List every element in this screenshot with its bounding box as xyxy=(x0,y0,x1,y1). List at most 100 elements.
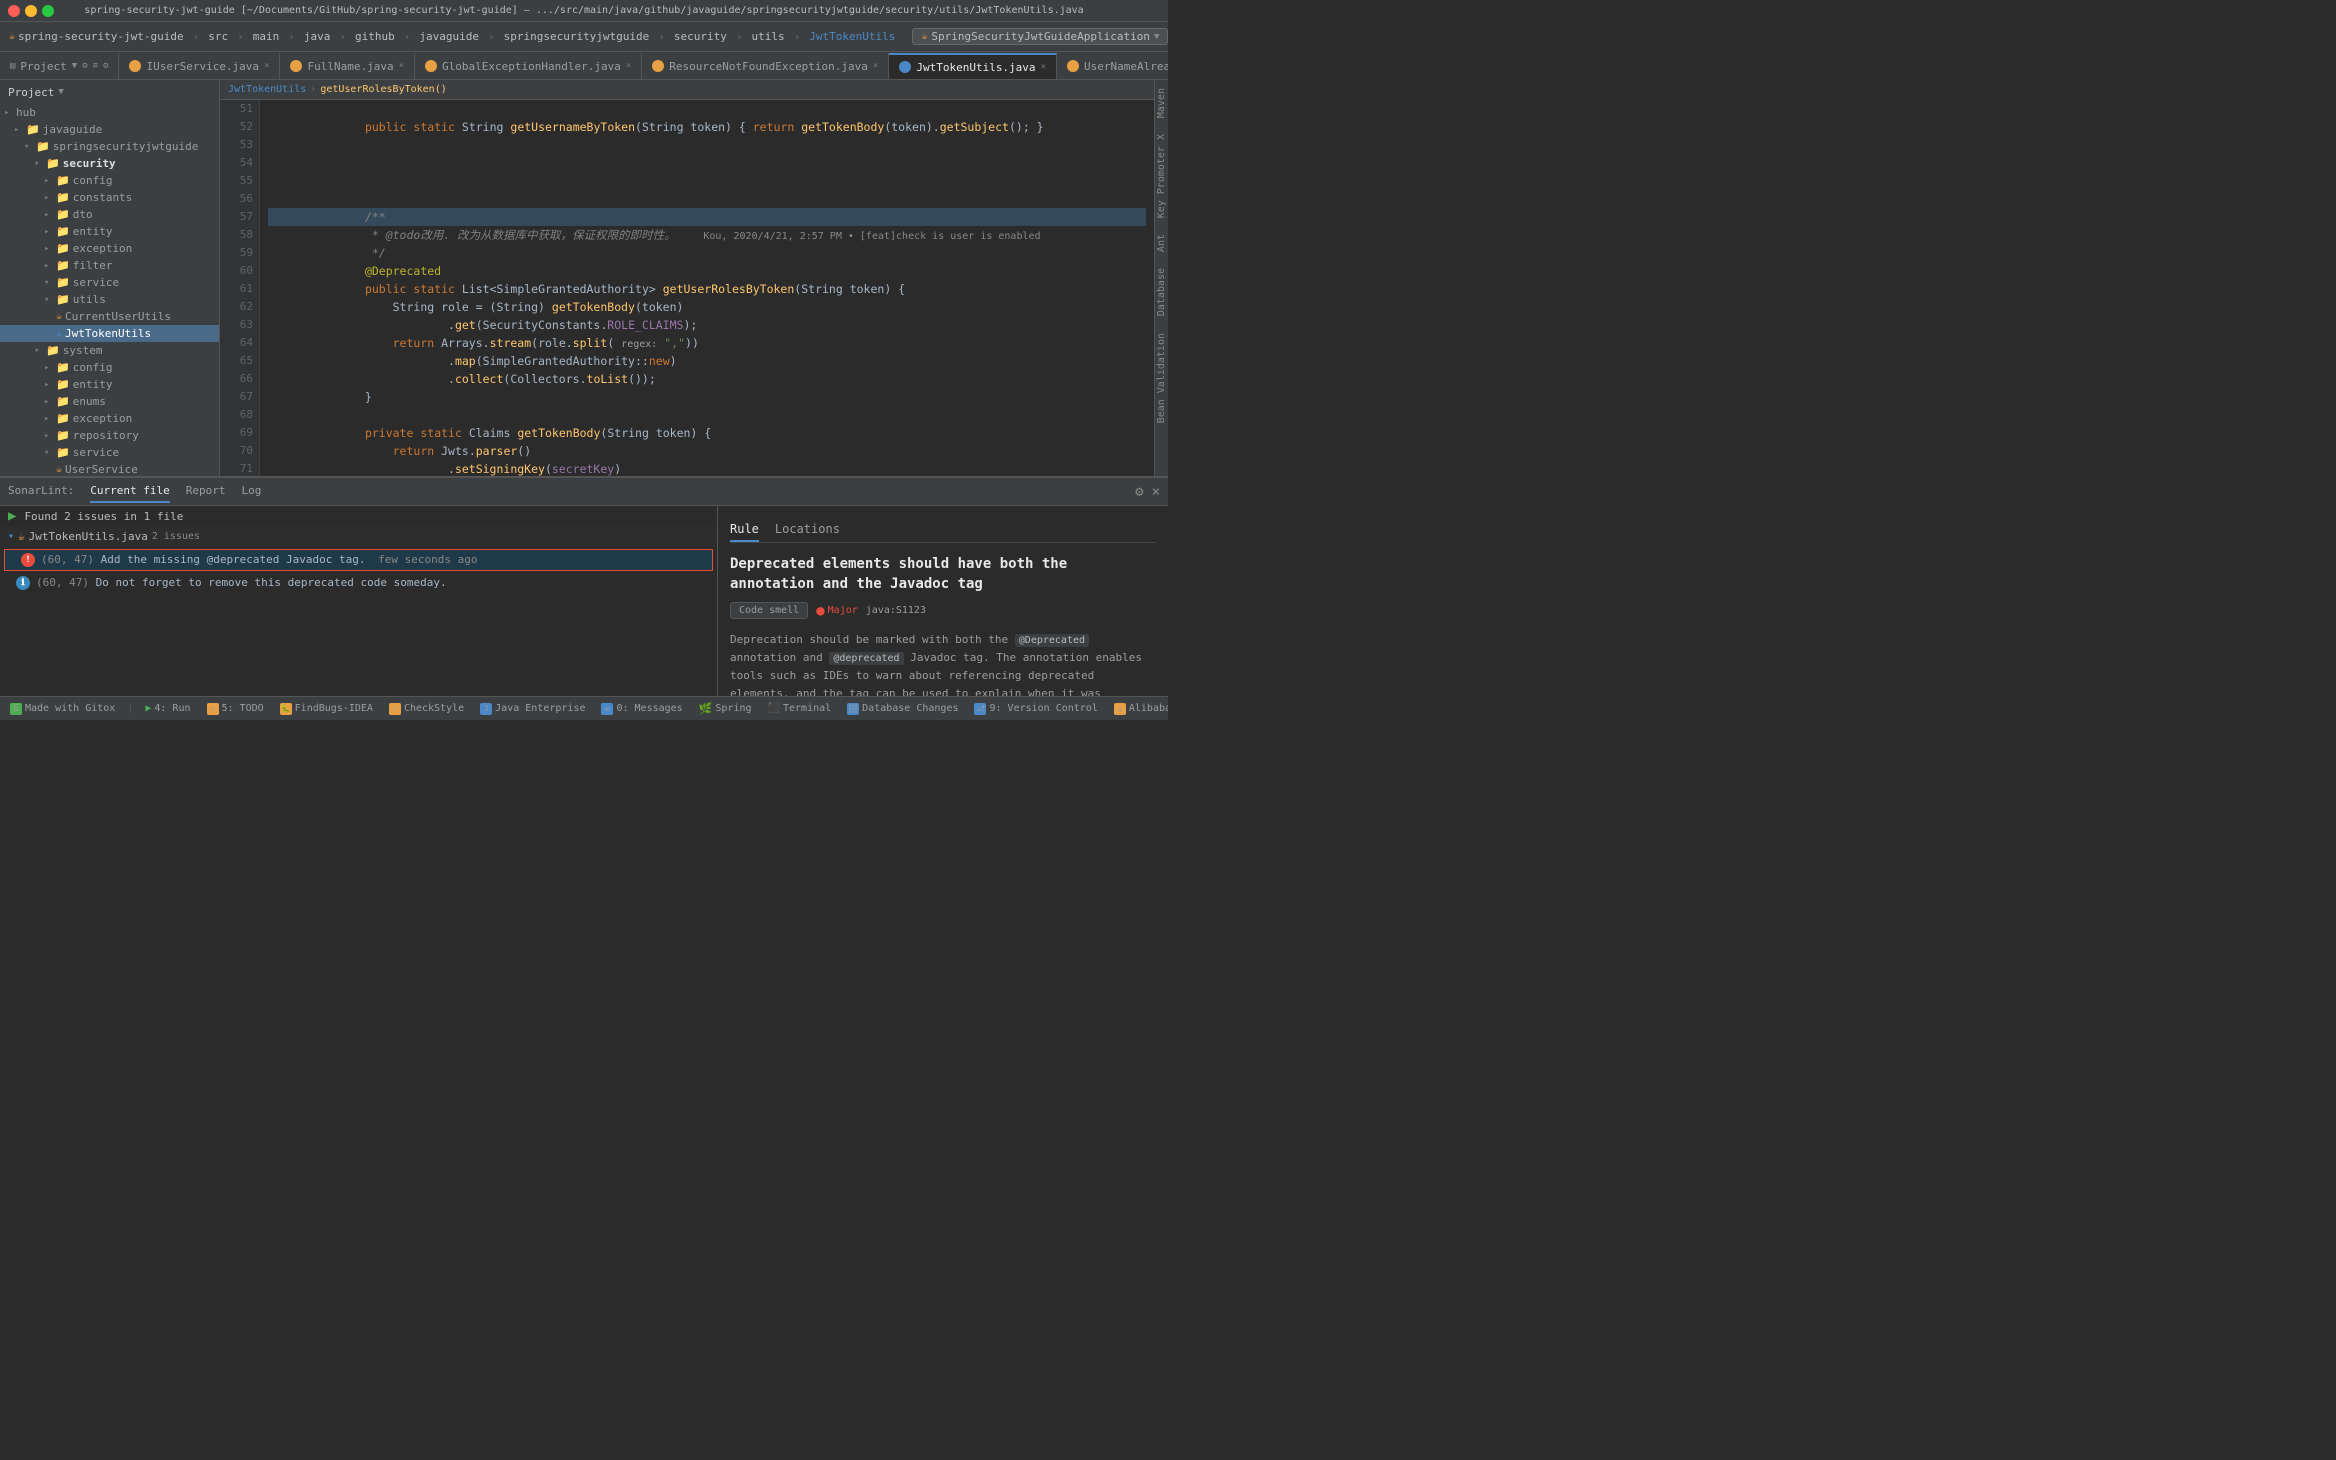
tab-report[interactable]: Report xyxy=(186,480,226,503)
tree-item-javaguide[interactable]: ▸ 📁 javaguide xyxy=(0,121,219,138)
right-tab-beanvalidation[interactable]: Bean Validation xyxy=(1154,325,1168,431)
checkstyle-label: CheckStyle xyxy=(404,703,464,714)
tree-item-jwttokenutils[interactable]: ☕ JwtTokenUtils xyxy=(0,325,219,342)
tree-item-dto[interactable]: ▸ 📁 dto xyxy=(0,206,219,223)
utils-nav[interactable]: utils xyxy=(747,28,790,45)
code-content: 51 52 53 54 55 56 57 58 59 60 61 62 63 6… xyxy=(220,100,1154,476)
right-tab-ant[interactable]: Ant xyxy=(1154,226,1168,260)
close-iuserservice-icon[interactable]: × xyxy=(264,61,269,71)
right-tab-database[interactable]: Database xyxy=(1154,260,1168,324)
tree-item-filter[interactable]: ▸ 📁 filter xyxy=(0,257,219,274)
tab-iuserservice[interactable]: IUserService.java × xyxy=(119,53,280,79)
taskbar-database[interactable]: 🗄 Database Changes xyxy=(843,701,962,717)
tree-item-hub[interactable]: ▸ hub xyxy=(0,104,219,121)
taskbar-terminal[interactable]: ⬛ Terminal xyxy=(764,701,836,716)
taskbar-run[interactable]: ▶ 4: Run xyxy=(141,701,194,716)
tree-item-sys-service[interactable]: ▾ 📁 service xyxy=(0,444,219,461)
right-tab-maven[interactable]: Maven xyxy=(1154,80,1168,126)
tab-log[interactable]: Log xyxy=(241,480,261,503)
project-icon: ☕ xyxy=(9,31,15,42)
tree-item-sys-exception[interactable]: ▸ 📁 exception xyxy=(0,410,219,427)
currentuserutils-label: CurrentUserUtils xyxy=(65,310,171,323)
tree-item-sys-entity[interactable]: ▸ 📁 entity xyxy=(0,376,219,393)
tree-item-sys-enums[interactable]: ▸ 📁 enums xyxy=(0,393,219,410)
expand-sys-entity-icon: ▸ xyxy=(44,380,56,390)
bottom-close-icon[interactable]: × xyxy=(1152,484,1160,500)
javaguide-nav[interactable]: javaguide xyxy=(414,28,484,45)
tab-jwttokenutils[interactable]: JwtTokenUtils.java × xyxy=(889,53,1057,79)
tab-project[interactable]: ▤ Project ▼ ⚙ ≡ ⚙ xyxy=(0,53,119,79)
java-rule-id: java:S1123 xyxy=(866,605,926,616)
tab-current-file[interactable]: Current file xyxy=(90,480,169,503)
project-tab-icon: ▤ xyxy=(10,61,15,71)
tree-item-currentuserutils[interactable]: ☕ CurrentUserUtils xyxy=(0,308,219,325)
src-nav[interactable]: src xyxy=(203,28,233,45)
tree-item-system[interactable]: ▾ 📁 system xyxy=(0,342,219,359)
bottom-settings-icon[interactable]: ⚙ xyxy=(1135,484,1143,500)
minimize-button[interactable] xyxy=(25,5,37,17)
tab-fullname[interactable]: FullName.java × xyxy=(280,53,415,79)
detail-tab-rule[interactable]: Rule xyxy=(730,518,759,542)
github-nav[interactable]: github xyxy=(350,28,400,45)
right-tab-keypromoter[interactable]: Key Promoter X xyxy=(1154,126,1168,226)
issue-item-2[interactable]: ℹ (60, 47) Do not forget to remove this … xyxy=(0,573,717,593)
taskbar-alibabacloud[interactable]: ☁ Alibaba Cloud View xyxy=(1110,701,1168,717)
tree-item-constants[interactable]: ▸ 📁 constants xyxy=(0,189,219,206)
jwtutils-nav[interactable]: JwtTokenUtils xyxy=(804,28,900,45)
tree-item-springsecurity[interactable]: ▾ 📁 springsecurityjwtguide xyxy=(0,138,219,155)
title-bar: spring-security-jwt-guide [~/Documents/G… xyxy=(0,0,1168,22)
tree-item-sys-config[interactable]: ▸ 📁 config xyxy=(0,359,219,376)
springsecurity-nav[interactable]: springsecurityjwtguide xyxy=(499,28,655,45)
tree-item-config[interactable]: ▸ 📁 config xyxy=(0,172,219,189)
javaguide-folder-icon: 📁 xyxy=(26,123,40,136)
main-nav[interactable]: main xyxy=(248,28,285,45)
messages-label: 0: Messages xyxy=(616,703,682,714)
tree-item-security[interactable]: ▾ 📁 security xyxy=(0,155,219,172)
layout-icon[interactable]: ≡ xyxy=(93,61,98,71)
run-config-button[interactable]: ☕ SpringSecurityJwtGuideApplication ▼ xyxy=(912,28,1168,45)
tree-item-repository[interactable]: ▸ 📁 repository xyxy=(0,427,219,444)
project-nav-item[interactable]: ☕ spring-security-jwt-guide xyxy=(4,28,189,45)
breadcrumb-class[interactable]: JwtTokenUtils xyxy=(228,84,306,95)
taskbar-findbugs[interactable]: 🐛 FindBugs-IDEA xyxy=(276,701,377,717)
taskbar-messages[interactable]: ✉ 0: Messages xyxy=(597,701,686,717)
rule-meta: Code smell ● Major java:S1123 xyxy=(730,602,1156,619)
taskbar-spring[interactable]: 🌿 Spring xyxy=(695,700,756,717)
taskbar-gitox[interactable]: G Made with Gitox xyxy=(6,701,119,717)
sidebar-dropdown-icon[interactable]: ▼ xyxy=(58,87,63,97)
fullname-label: FullName.java xyxy=(307,60,393,73)
taskbar-javaenterprise[interactable]: J Java Enterprise xyxy=(476,701,589,717)
close-resourcenotfound-icon[interactable]: × xyxy=(873,61,878,71)
close-globalexception-icon[interactable]: × xyxy=(626,61,631,71)
breadcrumb-method[interactable]: getUserRolesByToken() xyxy=(320,84,446,95)
close-button[interactable] xyxy=(8,5,20,17)
issue-line-2: (60, 47) xyxy=(36,576,96,589)
tree-item-entity[interactable]: ▸ 📁 entity xyxy=(0,223,219,240)
taskbar-checkstyle[interactable]: ✓ CheckStyle xyxy=(385,701,468,717)
code-deprecated-annotation: @Deprecated xyxy=(1015,634,1089,647)
tree-item-utils-security[interactable]: ▾ 📁 utils xyxy=(0,291,219,308)
code-line-55 xyxy=(268,172,1146,190)
tree-item-userservice[interactable]: ☕ UserService xyxy=(0,461,219,476)
play-icon[interactable]: ▶ xyxy=(8,508,16,524)
globalexception-label: GlobalExceptionHandler.java xyxy=(442,60,621,73)
tab-usernameexist[interactable]: UserNameAlreadyExistException.java × xyxy=(1057,53,1168,79)
settings2-icon[interactable]: ⚙ xyxy=(103,61,108,71)
taskbar-todo[interactable]: ☑ 5: TODO xyxy=(203,701,268,717)
java-nav[interactable]: java xyxy=(299,28,336,45)
tab-globalexception[interactable]: GlobalExceptionHandler.java × xyxy=(415,53,642,79)
todo-icon: ☑ xyxy=(207,703,219,715)
close-fullname-icon[interactable]: × xyxy=(399,61,404,71)
detail-tab-locations[interactable]: Locations xyxy=(775,518,840,542)
security-nav[interactable]: security xyxy=(669,28,732,45)
issue-file-item[interactable]: ▾ ☕ JwtTokenUtils.java 2 issues xyxy=(0,526,717,547)
maximize-button[interactable] xyxy=(42,5,54,17)
tree-item-service-security[interactable]: ▾ 📁 service xyxy=(0,274,219,291)
tree-item-exception[interactable]: ▸ 📁 exception xyxy=(0,240,219,257)
tab-resourcenotfound[interactable]: ResourceNotFoundException.java × xyxy=(642,53,889,79)
code-line-54 xyxy=(268,154,1146,172)
gear-icon[interactable]: ⚙ xyxy=(82,61,87,71)
issue-item-1[interactable]: ! (60, 47) Add the missing @deprecated J… xyxy=(4,549,713,571)
taskbar-versioncontrol[interactable]: ⎇ 9: Version Control xyxy=(970,701,1101,717)
close-jwttokenutils-icon[interactable]: × xyxy=(1041,62,1046,72)
